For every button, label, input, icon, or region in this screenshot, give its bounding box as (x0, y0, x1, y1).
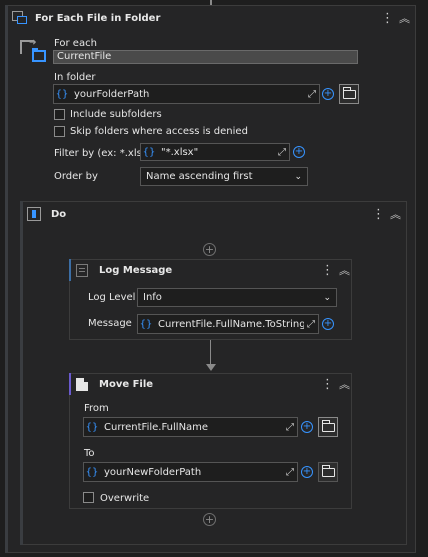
from-browse-button[interactable] (318, 417, 338, 437)
filter-expression-icon: {} (142, 146, 156, 158)
for-each-left-bar (5, 5, 8, 553)
log-level-select[interactable]: Info ⌄ (137, 288, 337, 307)
in-folder-label: In folder (54, 72, 96, 83)
to-add-icon[interactable]: + (301, 466, 313, 478)
log-level-label: Log Level (88, 292, 136, 303)
overwrite-checkbox[interactable] (83, 492, 94, 503)
for-each-more-icon[interactable]: ⋮ (381, 12, 394, 25)
in-folder-add-icon[interactable]: + (322, 88, 334, 100)
in-folder-field[interactable]: {} yourFolderPath ⤢ (53, 84, 320, 104)
log-message-accent (69, 259, 71, 281)
to-value: yourNewFolderPath (104, 466, 202, 478)
expression-icon: {} (55, 88, 69, 100)
add-activity-top-icon[interactable]: + (203, 243, 216, 256)
expand-editor-icon[interactable]: ⤢ (305, 89, 319, 100)
filter-value: "*.xlsx" (161, 146, 199, 158)
move-file-title: Move File (99, 378, 154, 390)
for-each-loop-icon: ➜ (20, 38, 48, 64)
move-file-more-icon[interactable]: ⋮ (321, 378, 334, 391)
do-left-bar (20, 201, 23, 545)
to-browse-button[interactable] (318, 462, 338, 482)
from-label: From (84, 403, 109, 414)
for-each-title: For Each File in Folder (35, 12, 161, 24)
from-expand-icon[interactable]: ⤢ (283, 422, 297, 433)
order-by-value: Name ascending first (146, 171, 253, 182)
from-folder-icon (321, 419, 335, 432)
log-level-value: Info (143, 292, 162, 303)
log-message-title: Log Message (99, 264, 173, 276)
to-field[interactable]: {} yourNewFolderPath ⤢ (83, 462, 298, 482)
skip-denied-checkbox[interactable] (54, 126, 65, 137)
filter-add-icon[interactable]: + (293, 146, 305, 158)
filter-field[interactable]: {} "*.xlsx" ⤢ (140, 143, 290, 161)
add-activity-bottom-icon[interactable]: + (203, 513, 216, 526)
order-by-select[interactable]: Name ascending first ⌄ (140, 167, 308, 186)
log-message-more-icon[interactable]: ⋮ (321, 264, 334, 277)
overwrite-label: Overwrite (100, 493, 150, 504)
skip-denied-label: Skip folders where access is denied (70, 126, 248, 137)
message-label: Message (88, 318, 132, 329)
in-folder-browse-button[interactable] (339, 84, 359, 104)
to-folder-icon (321, 464, 335, 477)
iterator-input[interactable]: CurrentFile (53, 50, 358, 64)
do-header[interactable]: Do ⋮ ︽ (27, 202, 405, 226)
include-subfolders-checkbox[interactable] (54, 109, 65, 120)
to-label: To (84, 448, 95, 459)
do-collapse-icon[interactable]: ︽ (390, 206, 401, 222)
chevron-down-icon: ⌄ (294, 171, 302, 182)
connector-arrow-icon (206, 364, 216, 371)
folder-icon (342, 86, 356, 99)
move-file-icon (76, 377, 88, 391)
message-field[interactable]: {} CurrentFile.FullName.ToString ⤢ (137, 314, 319, 334)
for-each-collapse-icon[interactable]: ︽ (399, 10, 410, 26)
move-file-header[interactable]: Move File ⋮ ︽ (76, 373, 350, 395)
to-expand-icon[interactable]: ⤢ (283, 467, 297, 478)
for-each-label: For each (54, 38, 97, 49)
log-level-chevron-icon: ⌄ (323, 292, 331, 303)
message-expand-icon[interactable]: ⤢ (304, 319, 318, 330)
move-file-accent (69, 373, 71, 395)
move-file-collapse-icon[interactable]: ︽ (339, 376, 350, 392)
do-title: Do (51, 208, 67, 220)
foreach-header-icon (12, 11, 28, 25)
sequence-icon (27, 207, 41, 221)
to-expression-icon: {} (85, 466, 99, 478)
message-expression-icon: {} (139, 318, 153, 330)
include-subfolders-label: Include subfolders (70, 109, 162, 120)
log-message-collapse-icon[interactable]: ︽ (339, 262, 350, 278)
in-folder-value: yourFolderPath (74, 88, 150, 100)
from-add-icon[interactable]: + (301, 421, 313, 433)
log-message-header[interactable]: Log Message ⋮ ︽ (76, 259, 350, 281)
connector-line (210, 340, 211, 365)
from-value: CurrentFile.FullName (104, 421, 209, 433)
log-message-icon (76, 263, 88, 277)
from-expression-icon: {} (85, 421, 99, 433)
order-by-label: Order by (54, 171, 98, 182)
message-add-icon[interactable]: + (322, 318, 334, 330)
for-each-header[interactable]: For Each File in Folder ⋮ ︽ (12, 6, 414, 30)
from-field[interactable]: {} CurrentFile.FullName ⤢ (83, 417, 298, 437)
filter-expand-icon[interactable]: ⤢ (275, 147, 289, 158)
do-more-icon[interactable]: ⋮ (372, 208, 385, 221)
message-value: CurrentFile.FullName.ToString (158, 318, 304, 330)
filter-label: Filter by (ex: *.xlsx) (54, 148, 152, 159)
